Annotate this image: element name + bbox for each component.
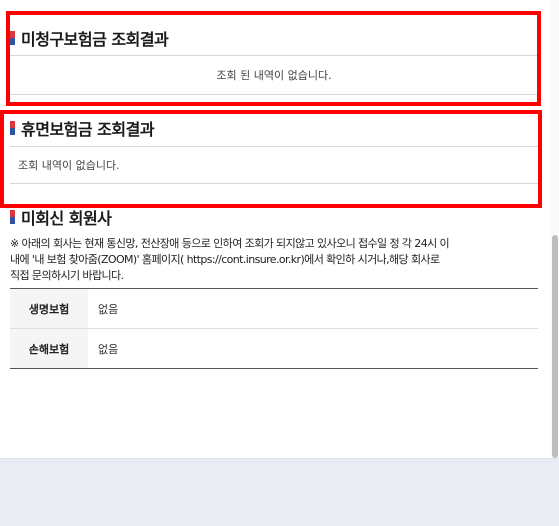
- unclaimed-highlight-frame: [6, 11, 541, 106]
- row-value: 없음: [98, 342, 119, 356]
- title-marker-icon: [10, 210, 15, 224]
- non-member-title-text: 미회신 회원사: [21, 209, 112, 228]
- scrollbar-thumb[interactable]: [552, 235, 558, 458]
- page-footer: [0, 458, 559, 526]
- row-value: 없음: [98, 302, 119, 316]
- non-member-section-title: 미회신 회원사: [10, 205, 112, 229]
- non-member-table: 생명보험 없음 손해보험 없음: [10, 288, 538, 369]
- non-member-notice: ※ 아래의 회사는 현재 통신망, 전산장애 등으로 인하여 조회가 되지않고 …: [10, 237, 450, 282]
- table-row: 생명보험 없음: [10, 289, 538, 329]
- table-row: 손해보험 없음: [10, 329, 538, 369]
- row-label: 생명보험: [10, 289, 88, 328]
- row-label: 손해보험: [10, 329, 88, 368]
- dormant-highlight-frame: [0, 110, 542, 208]
